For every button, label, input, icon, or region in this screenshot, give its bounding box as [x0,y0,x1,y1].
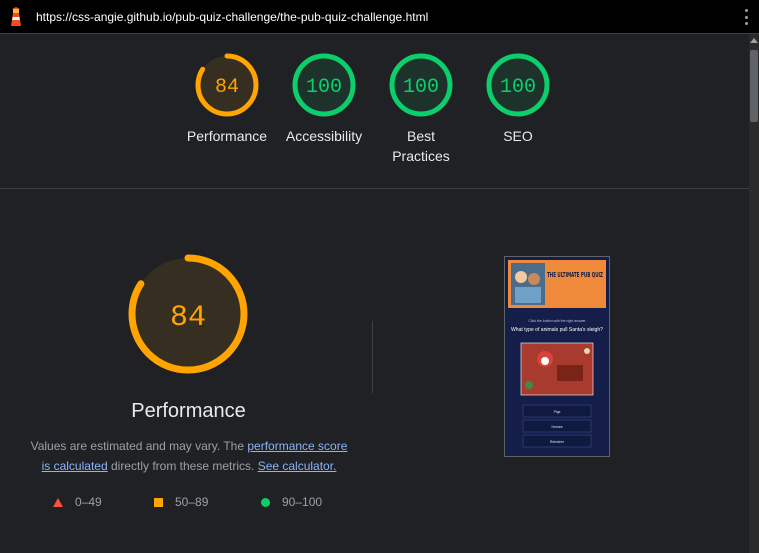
legend-pass: 90–100 [261,495,322,509]
gauge-ring: 84 [195,53,259,117]
performance-description: Values are estimated and may vary. The p… [28,436,350,476]
gauge-performance[interactable]: 84 Performance [179,52,275,146]
thumb-heading: THE ULTIMATE PUB QUIZ [547,271,603,279]
url-text[interactable]: https://css-angie.github.io/pub-quiz-cha… [36,10,428,24]
gauge-score: 100 [306,76,342,99]
see-calculator-link[interactable]: See calculator. [258,459,337,473]
square-icon [154,497,163,507]
legend-average: 50–89 [154,495,208,509]
browser-toolbar: https://css-angie.github.io/pub-quiz-cha… [0,0,759,34]
gauge-best-practices[interactable]: 100 Best Practices [373,52,469,166]
scroll-up-arrow-icon[interactable] [750,38,758,43]
thumb-question: What type of animals pull Santa's sleigh… [511,327,603,333]
gauge-seo[interactable]: 100 SEO [470,52,566,146]
gauge-score: 84 [215,76,239,99]
legend-range: 90–100 [282,495,323,509]
performance-score: 84 [170,301,206,335]
description-text: Values are estimated and may vary. The [30,439,248,453]
gauge-accessibility[interactable]: 100 Accessibility [276,52,372,146]
gauge-label: Performance [186,128,268,144]
performance-gauge-large: 84 [128,254,248,374]
thumb-prompt: Click the button with the right answer [528,319,586,323]
answer-label: Pigs [554,410,561,414]
gauge-ring: 100 [389,53,453,117]
final-screenshot-thumbnail[interactable]: THE ULTIMATE PUB QUIZ Click the button w… [504,256,610,457]
vertical-divider [372,321,373,393]
scrollbar[interactable] [749,34,759,553]
answer-label: Horses [551,425,562,429]
gauge-ring: 100 [292,53,356,117]
section-divider [0,188,749,189]
scrollbar-thumb[interactable] [750,50,758,122]
legend-fail: 0–49 [53,495,102,509]
triangle-icon [53,497,63,507]
gauge-score: 100 [500,76,536,99]
kebab-menu-icon[interactable] [743,9,749,25]
page-screenshot: THE ULTIMATE PUB QUIZ Click the button w… [505,257,609,456]
performance-title: Performance [131,400,246,422]
circle-icon [261,497,270,507]
description-text: directly from these metrics. [107,459,258,473]
gauge-label: Best Practices [392,128,450,164]
answer-label: Reindeer [550,440,565,444]
gauge-label: Accessibility [285,128,363,144]
gauge-label: SEO [503,128,533,144]
gauge-ring: 100 [486,53,550,117]
legend-range: 0–49 [75,495,102,509]
lighthouse-icon [11,7,21,26]
legend-range: 50–89 [175,495,209,509]
category-gauges: 84 Performance 100 Accessibility 100 Bes… [0,34,749,188]
gauge-score: 100 [403,76,439,99]
